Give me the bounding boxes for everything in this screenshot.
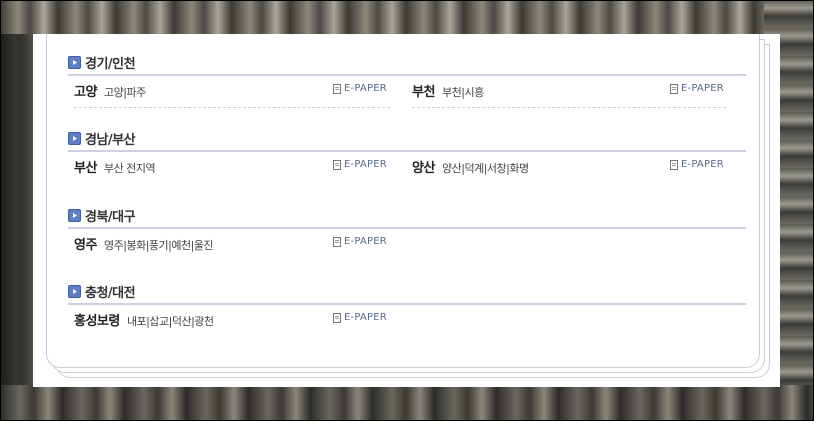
document-icon — [333, 236, 341, 247]
epaper-link[interactable]: E-PAPER — [333, 312, 387, 323]
epaper-label: E-PAPER — [344, 312, 387, 323]
section-title: 경북/대구 — [85, 209, 136, 225]
epaper-link[interactable]: E-PAPER — [333, 83, 387, 94]
section-header: 경기/인천 — [68, 52, 746, 72]
arrow-right-bullet-icon — [68, 55, 81, 69]
region-entry-goyang: 고양 고양|파주 E-PAPER — [74, 81, 390, 108]
document-icon — [333, 312, 341, 323]
epaper-label: E-PAPER — [681, 83, 724, 94]
document-icon — [670, 83, 678, 94]
epaper-label: E-PAPER — [344, 159, 387, 170]
section-gyeongnam-busan: 경남/부산 부산 부산 전지역 E-PAPER 양산 양산|덕계|서창|화명 E… — [68, 128, 746, 178]
region-areas: 부산 전지역 — [104, 162, 156, 175]
background-top-strip — [0, 0, 814, 34]
arrow-right-bullet-icon — [68, 131, 81, 145]
section-header: 충청/대전 — [68, 281, 746, 301]
section-row: 영주 영주|봉화|풍기|예천|울진 E-PAPER — [68, 229, 746, 255]
section-row: 고양 고양|파주 E-PAPER 부천 부천|시흥 E-PAPER — [68, 76, 746, 108]
section-gyeongbuk-daegu: 경북/대구 영주 영주|봉화|풍기|예천|울진 E-PAPER — [68, 205, 746, 255]
region-areas: 영주|봉화|풍기|예천|울진 — [104, 239, 214, 252]
document-icon — [333, 159, 341, 170]
region-name[interactable]: 홍성보령 — [74, 314, 120, 329]
region-name[interactable]: 부산 — [74, 161, 97, 176]
arrow-right-bullet-icon — [68, 208, 81, 222]
section-title: 경기/인천 — [85, 56, 136, 72]
arrow-right-bullet-icon — [68, 284, 81, 298]
section-row: 홍성보령 내포|삽교|덕산|광천 E-PAPER — [68, 305, 746, 331]
epaper-link[interactable]: E-PAPER — [333, 159, 387, 170]
epaper-link[interactable]: E-PAPER — [670, 83, 724, 94]
region-areas: 내포|삽교|덕산|광천 — [126, 315, 214, 328]
region-name[interactable]: 영주 — [74, 238, 97, 253]
region-areas: 부천|시흥 — [442, 86, 484, 99]
document-icon — [333, 83, 341, 94]
document-icon — [670, 159, 678, 170]
section-gyeonggi-incheon: 경기/인천 고양 고양|파주 E-PAPER 부천 부천|시흥 E-PAPER — [68, 52, 746, 108]
region-entry-hongseong-boryeong: 홍성보령 내포|삽교|덕산|광천 E-PAPER — [74, 310, 390, 336]
section-chungcheong-daejeon: 충청/대전 홍성보령 내포|삽교|덕산|광천 E-PAPER — [68, 281, 746, 331]
epaper-label: E-PAPER — [344, 236, 387, 247]
section-title: 경남/부산 — [85, 132, 136, 148]
region-name[interactable]: 고양 — [74, 85, 97, 100]
background-bottom-strip — [0, 385, 814, 421]
region-entry-busan: 부산 부산 전지역 E-PAPER — [74, 157, 390, 183]
region-name[interactable]: 양산 — [412, 161, 435, 176]
region-entry-yeongju: 영주 영주|봉화|풍기|예천|울진 E-PAPER — [74, 234, 390, 260]
section-header: 경북/대구 — [68, 205, 746, 225]
region-name[interactable]: 부천 — [412, 85, 435, 100]
epaper-label: E-PAPER — [344, 83, 387, 94]
epaper-link[interactable]: E-PAPER — [333, 236, 387, 247]
region-entry-yangsan: 양산 양산|덕계|서창|화명 E-PAPER — [412, 157, 726, 183]
region-areas: 고양|파주 — [104, 86, 146, 99]
epaper-link[interactable]: E-PAPER — [670, 159, 724, 170]
section-row: 부산 부산 전지역 E-PAPER 양산 양산|덕계|서창|화명 E-PAPER — [68, 152, 746, 178]
section-title: 충청/대전 — [85, 285, 136, 301]
epaper-label: E-PAPER — [681, 159, 724, 170]
region-entry-bucheon: 부천 부천|시흥 E-PAPER — [412, 81, 726, 108]
section-header: 경남/부산 — [68, 128, 746, 148]
region-areas: 양산|덕계|서창|화명 — [442, 162, 529, 175]
